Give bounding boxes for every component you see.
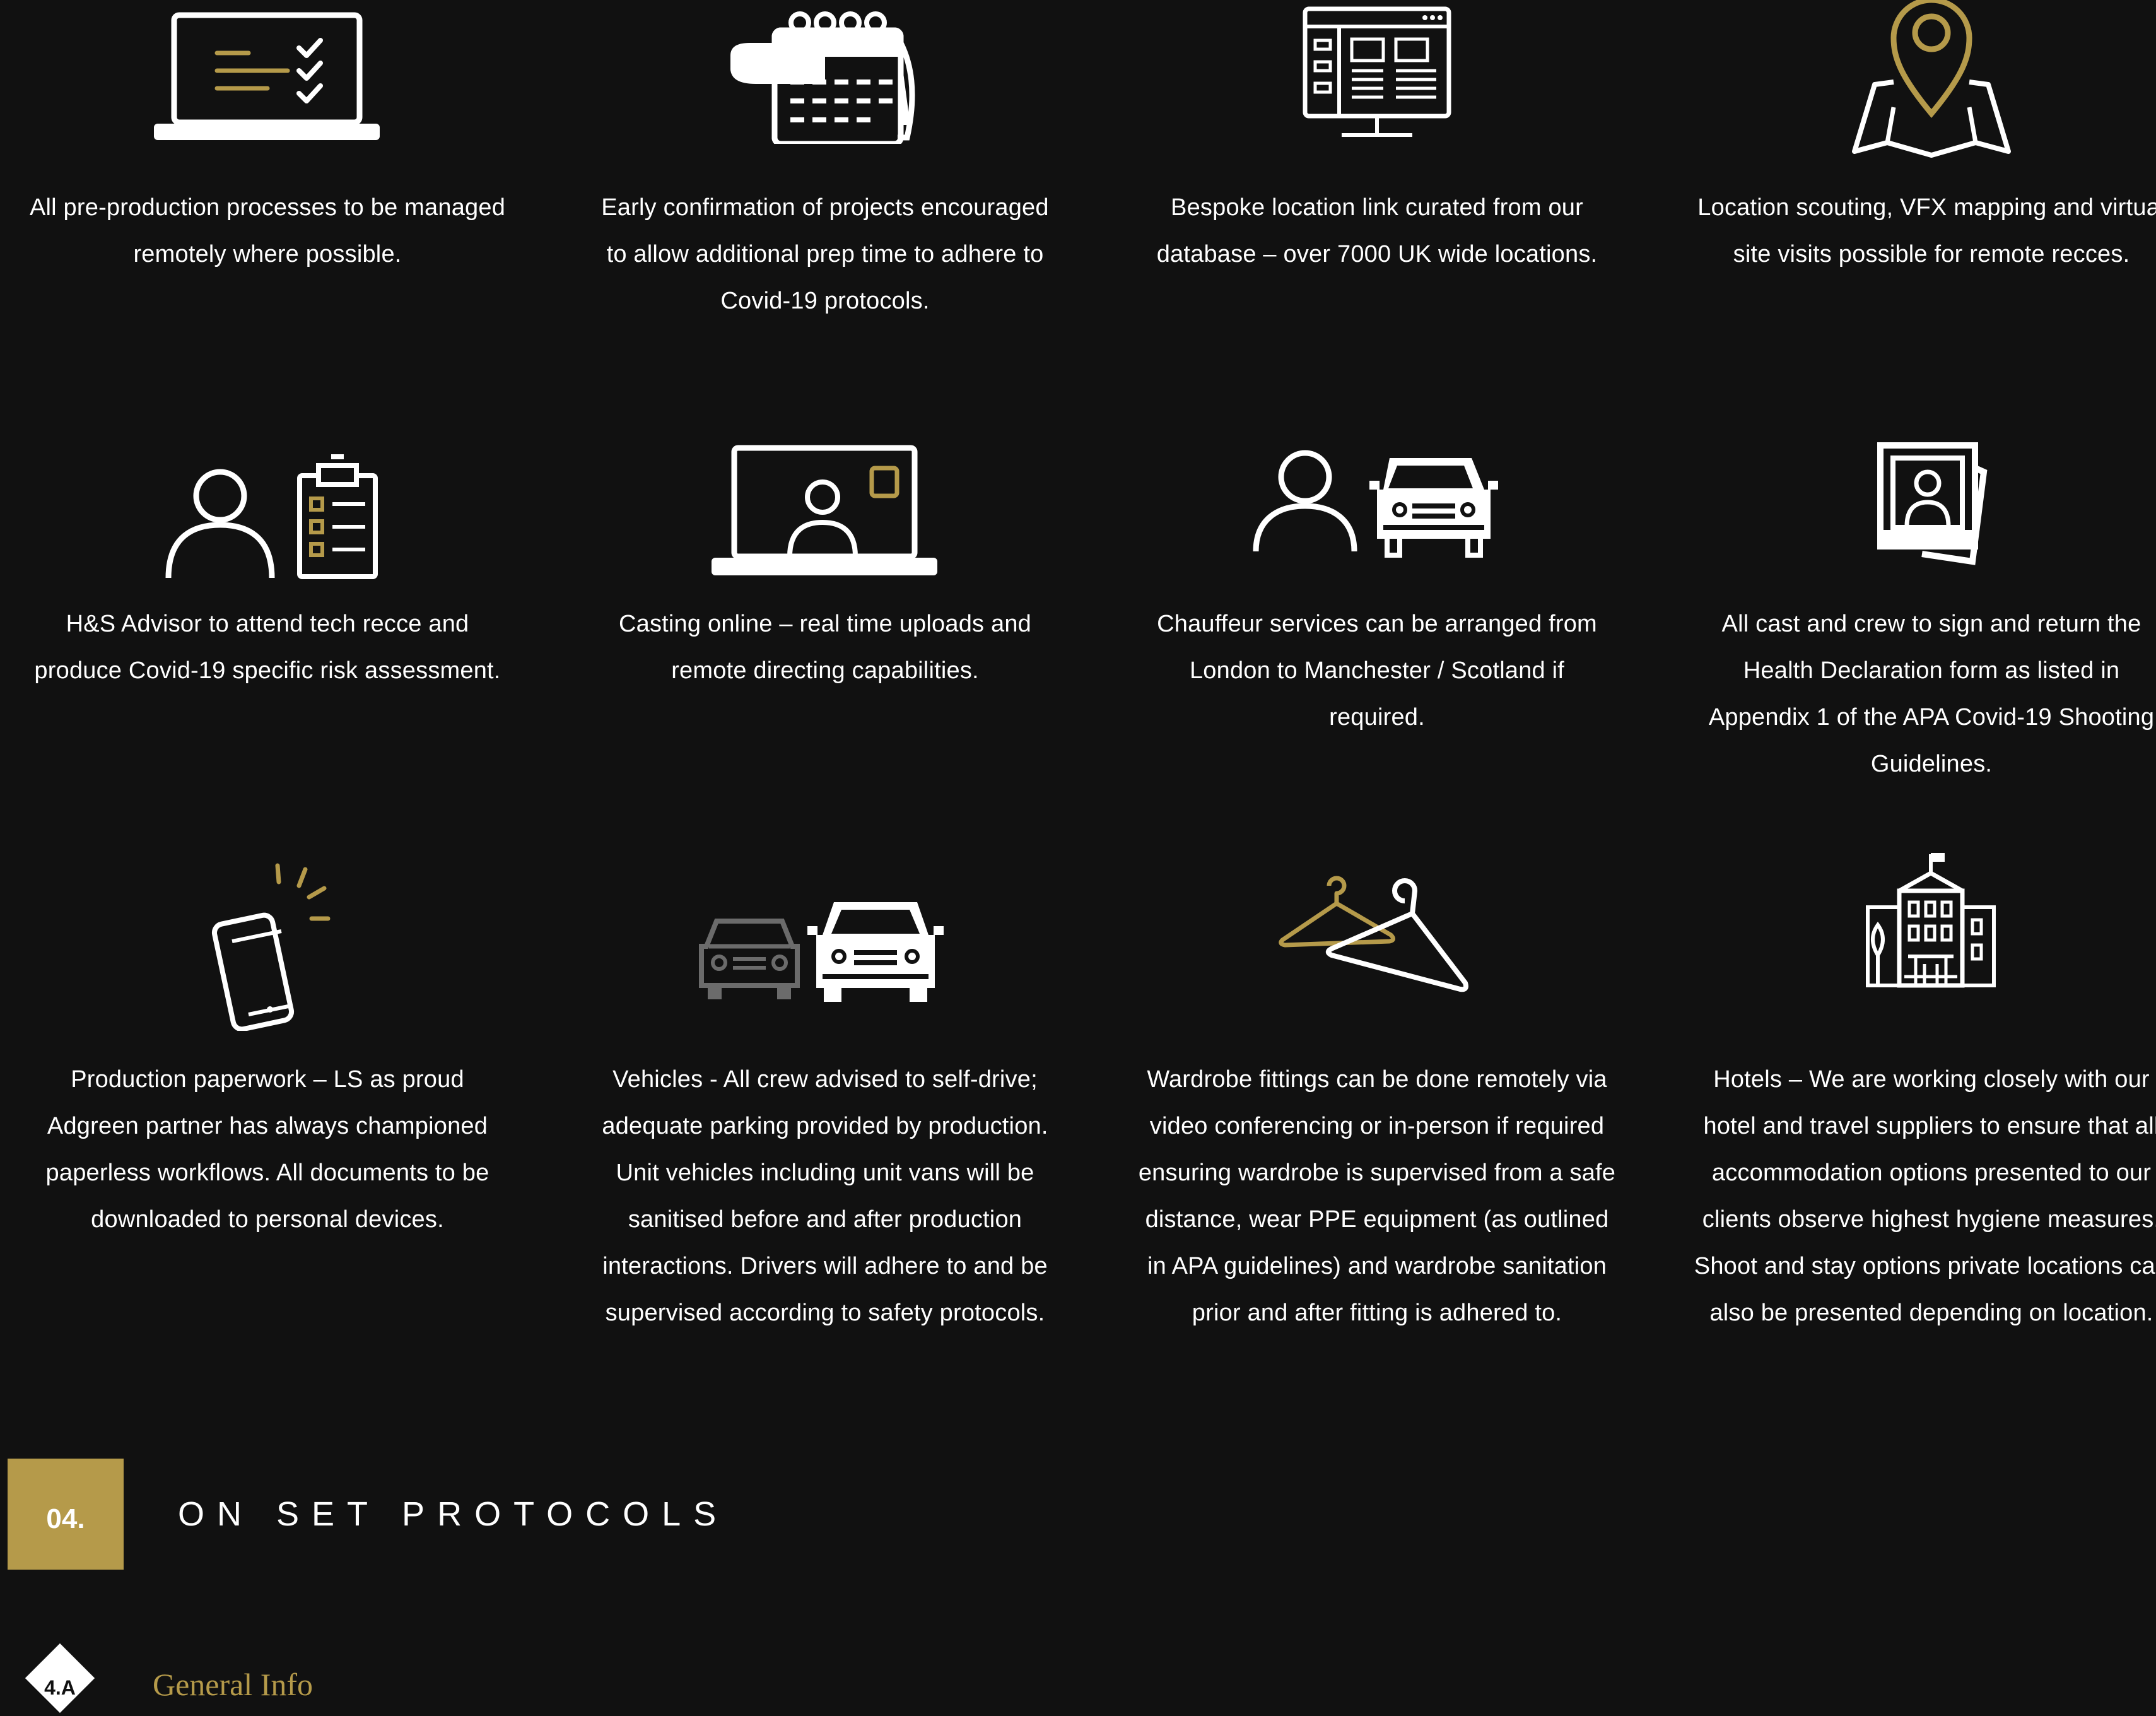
subsection-number: 4.A: [44, 1676, 76, 1699]
feature-text: Bespoke location link curated from our d…: [1156, 194, 1598, 267]
map-pin-icon: [1685, 0, 2156, 158]
video-call-laptop-icon: [579, 444, 1071, 577]
photo-stack-icon: [1685, 442, 2156, 565]
browser-window-icon: [1131, 5, 1623, 138]
subsection-header: 4.A General Info: [25, 1640, 313, 1716]
feature-text: Location scouting, VFX mapping and virtu…: [1697, 194, 2156, 267]
smartphone-icon: [21, 863, 513, 1031]
subsection-diamond-badge: 4.A: [25, 1643, 95, 1713]
hotel-building-icon: [1685, 850, 2156, 992]
feature-text: All pre-production processes to be manag…: [29, 194, 506, 267]
feature-text: H&S Advisor to attend tech recce and pro…: [34, 611, 501, 684]
section-number-badge: 04.: [8, 1459, 124, 1570]
feature-text: All cast and crew to sign and return the…: [1708, 611, 2155, 777]
feature-text: Hotels – We are working closely with our…: [1694, 1066, 2156, 1326]
laptop-checklist-icon: [21, 6, 513, 142]
clothes-hanger-icon: [1131, 866, 1623, 999]
calendar-icon: [579, 5, 1071, 144]
feature-text: Production paperwork – LS as proud Adgre…: [45, 1066, 489, 1233]
feature-text: Casting online – real time uploads and r…: [618, 611, 1031, 684]
section-title: ON SET PROTOCOLS: [178, 1495, 729, 1533]
feature-text: Vehicles - All crew advised to self-driv…: [602, 1066, 1048, 1326]
feature-text: Early confirmation of projects encourage…: [601, 194, 1049, 314]
feature-text: Chauffeur services can be arranged from …: [1157, 611, 1597, 731]
two-cars-icon: [579, 896, 1071, 1003]
section-header: 04. ON SET PROTOCOLS: [8, 1459, 729, 1570]
person-clipboard-icon: [21, 454, 513, 580]
subsection-title: General Info: [153, 1667, 313, 1702]
person-car-icon: [1131, 445, 1623, 565]
feature-text: Wardrobe fittings can be done remotely v…: [1138, 1066, 1616, 1326]
